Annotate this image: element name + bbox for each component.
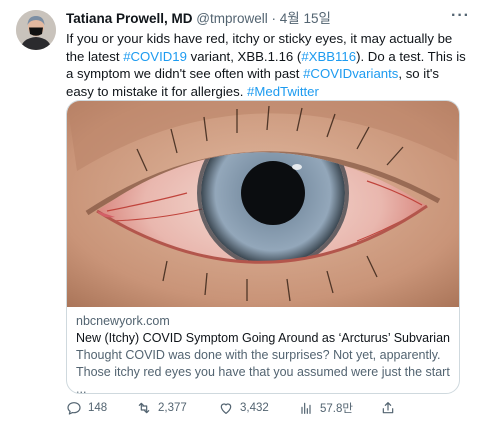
retweet-button[interactable]: 2,377 (136, 398, 187, 418)
author-name[interactable]: Tatiana Prowell, MD (66, 11, 193, 26)
separator-dot: · (271, 11, 277, 26)
tweet-date[interactable]: 4월 15일 (280, 11, 331, 26)
avatar-image (16, 10, 56, 50)
more-options-icon[interactable]: ··· (451, 8, 470, 24)
views-button[interactable]: 57.8만 (298, 398, 353, 418)
link-card[interactable]: nbcnewyork.com New (Itchy) COVID Symptom… (66, 100, 460, 394)
link-card-domain: nbcnewyork.com (76, 314, 170, 328)
card-image-red-eye (67, 101, 459, 307)
reply-count: 148 (88, 402, 108, 414)
retweet-icon (138, 402, 150, 414)
retweet-count: 2,377 (158, 402, 187, 414)
view-count: 57.8만 (320, 403, 353, 415)
reply-button[interactable]: 148 (66, 398, 107, 418)
heart-icon (220, 403, 232, 414)
tweet-header: Tatiana Prowell, MD @tmprowell · 4월 15일 (66, 10, 470, 28)
author-handle[interactable]: @tmprowell (196, 11, 267, 26)
tweet-text-part: variant, XBB.1.16 ( (186, 48, 302, 64)
hashtag-covidvariants[interactable]: #COVIDvariants (303, 66, 398, 81)
views-chart-icon (301, 402, 311, 414)
share-icon (382, 402, 394, 414)
hashtag-covid19[interactable]: #COVID19 (123, 49, 187, 64)
avatar[interactable] (16, 10, 56, 50)
tweet[interactable]: Tatiana Prowell, MD @tmprowell · 4월 15일 … (0, 0, 480, 424)
link-card-meta: nbcnewyork.com New (Itchy) COVID Symptom… (76, 313, 450, 394)
hashtag-xbb116[interactable]: #XBB116 (301, 49, 356, 64)
tweet-actions: 148 2,377 3,432 57.8만 (66, 398, 466, 418)
share-button[interactable] (380, 398, 396, 418)
hashtag-medtwitter[interactable]: #MedTwitter (247, 84, 319, 99)
like-button[interactable]: 3,432 (218, 398, 269, 418)
link-card-title: New (Itchy) COVID Symptom Going Around a… (76, 331, 450, 345)
tweet-text: If you or your kids have red, itchy or s… (66, 30, 466, 100)
link-card-description: Thought COVID was done with the surprise… (76, 348, 450, 394)
reply-icon (67, 402, 81, 415)
like-count: 3,432 (240, 402, 269, 414)
